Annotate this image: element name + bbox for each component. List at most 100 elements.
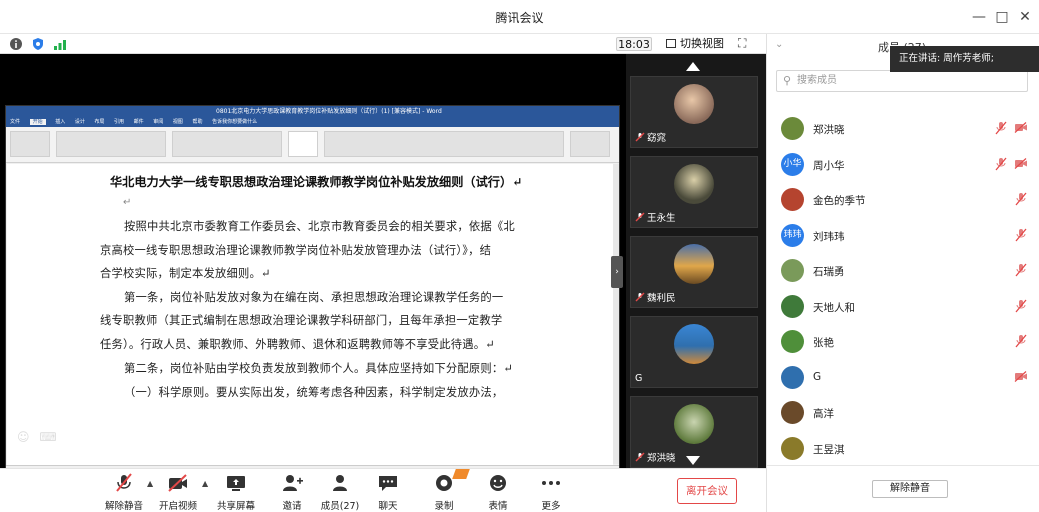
- share-screen-button[interactable]: 共享屏幕: [216, 473, 256, 512]
- member-row[interactable]: 小华 周小华: [767, 147, 1039, 182]
- word-ribbon: [6, 127, 619, 163]
- chat-icon: [379, 476, 397, 491]
- video-area: 18:03 切换视图 ⛶ 0801北京电力大学思政课教育教学岗位补贴发放细则（试…: [0, 34, 766, 476]
- camera-off-icon[interactable]: [1014, 157, 1028, 169]
- mute-options-icon[interactable]: ▲: [147, 479, 153, 488]
- avatar: [674, 244, 714, 284]
- scroll-down-icon[interactable]: [686, 456, 700, 465]
- member-name: 张艳: [813, 337, 834, 349]
- document-line: （一）科学原则。要从实际出发，统筹考虑各种因素，科学制定发放办法，: [124, 386, 504, 399]
- member-name: 刘玮玮: [813, 230, 845, 243]
- word-menu-item: 审阅: [153, 119, 164, 125]
- collapse-panel-icon[interactable]: ⌄: [775, 39, 783, 50]
- mute-label: 解除静音: [104, 501, 143, 512]
- video-tile[interactable]: 魏利民: [630, 236, 758, 308]
- style-normal: [288, 131, 318, 157]
- member-name: G: [813, 370, 822, 383]
- video-label: 开启视频: [158, 501, 197, 512]
- reaction-button[interactable]: 表情: [478, 473, 518, 512]
- keyboard-icon[interactable]: ⌨: [39, 430, 56, 444]
- chat-button[interactable]: 聊天: [368, 473, 408, 512]
- document-page: 华北电力大学一线专职思想政治理论课教师教学岗位补贴发放细则（试行）↵ ↵ 按照中…: [7, 164, 613, 474]
- unmute-all-button[interactable]: 解除静音: [872, 480, 948, 498]
- switch-view-button[interactable]: 切换视图: [666, 37, 724, 51]
- document-title: 华北电力大学一线专职思想政治理论课教师教学岗位补贴发放细则（试行）↵: [110, 175, 523, 189]
- fullscreen-icon[interactable]: ⛶: [738, 36, 754, 52]
- collapse-tiles-icon[interactable]: ›: [611, 256, 623, 288]
- record-button[interactable]: 录制: [424, 469, 470, 512]
- maximize-icon[interactable]: □: [991, 6, 1013, 28]
- video-options-icon[interactable]: ▲: [202, 479, 208, 488]
- avatar: [674, 324, 714, 364]
- meeting-toolbar: 解除静音 ▲ 开启视频 ▲ 共享屏幕 邀请 成员(27) 聊天 录制 表情 更多…: [0, 468, 766, 512]
- mic-muted-icon[interactable]: [995, 121, 1007, 135]
- member-row[interactable]: 郑洪晓: [767, 111, 1039, 146]
- member-row[interactable]: 张艳: [767, 324, 1039, 359]
- avatar: [674, 164, 714, 204]
- video-tile[interactable]: 王永生: [630, 156, 758, 228]
- mic-muted-icon[interactable]: [1015, 228, 1027, 242]
- member-row[interactable]: 金色的季节: [767, 182, 1039, 217]
- members-icon: [333, 475, 347, 491]
- leave-meeting-button[interactable]: 离开会议: [677, 478, 737, 504]
- mic-muted-icon: [116, 473, 132, 492]
- invite-button[interactable]: 邀请: [272, 473, 312, 512]
- document-line: 按照中共北京市委教育工作委员会、北京市教育委员会的相关要求，依据《北: [124, 220, 515, 233]
- members-label: 成员(27): [320, 501, 360, 512]
- annotate-icon[interactable]: ☺: [17, 430, 30, 444]
- member-row[interactable]: 石瑞勇: [767, 253, 1039, 288]
- switch-view-label: 切换视图: [680, 37, 724, 50]
- tile-name: 王永生: [635, 210, 676, 224]
- styles-gallery: [324, 131, 564, 157]
- close-icon[interactable]: ✕: [1014, 6, 1036, 28]
- avatar: [781, 436, 804, 460]
- word-menu-item: 插入: [55, 119, 66, 125]
- mic-muted-icon: [635, 212, 645, 222]
- mute-button[interactable]: 解除静音: [104, 473, 144, 512]
- mic-muted-icon[interactable]: [1015, 334, 1027, 348]
- member-name: 石瑞勇: [813, 266, 845, 278]
- document-line: 京高校一线专职思想政治理论课教师教学岗位补贴发放管理办法（试行）》，结: [100, 244, 492, 257]
- mic-muted-icon[interactable]: [1015, 299, 1027, 313]
- signal-icon[interactable]: [53, 37, 67, 51]
- video-button[interactable]: 开启视频: [158, 473, 198, 512]
- mic-muted-icon: [635, 452, 645, 462]
- search-members-input[interactable]: ⚲ 搜索成员: [776, 70, 1028, 92]
- shared-screen-tools: ☺ ⌨: [17, 430, 57, 444]
- security-shield-icon[interactable]: [31, 37, 45, 51]
- member-row[interactable]: 玮玮 刘玮玮: [767, 218, 1039, 253]
- camera-off-icon[interactable]: [1014, 370, 1028, 382]
- member-name: 王昱淇: [813, 443, 845, 456]
- document-line: 任务）。行政人员、兼职教师、外聘教师、退休和返聘教师等不享受此待遇。↵: [100, 338, 495, 351]
- scroll-up-icon[interactable]: [686, 62, 700, 71]
- mic-muted-icon[interactable]: [995, 157, 1007, 171]
- avatar: [781, 330, 804, 353]
- more-icon: [542, 481, 560, 485]
- members-button[interactable]: 成员(27): [319, 473, 361, 512]
- document-line: 合学校实际，制定本发放细则。↵: [100, 267, 271, 280]
- document-scrollbar[interactable]: [613, 164, 619, 464]
- member-row[interactable]: G: [767, 360, 1039, 395]
- mic-muted-icon[interactable]: [1015, 263, 1027, 277]
- avatar: [781, 401, 804, 424]
- word-window-title: 0801北京电力大学思政课教育教学岗位补贴发放细则（试行）(1) [兼容模式] …: [216, 108, 442, 115]
- info-icon[interactable]: [9, 37, 23, 51]
- editing-group: [570, 131, 610, 157]
- word-title-bar: 0801北京电力大学思政课教育教学岗位补贴发放细则（试行）(1) [兼容模式] …: [6, 106, 619, 118]
- member-row[interactable]: 王昱淇: [767, 431, 1039, 466]
- video-tile[interactable]: G: [630, 316, 758, 388]
- member-row[interactable]: 高洋: [767, 395, 1039, 430]
- camera-off-icon[interactable]: [1014, 122, 1028, 133]
- minimize-icon[interactable]: —: [968, 6, 990, 28]
- member-row[interactable]: 天地人和: [767, 289, 1039, 324]
- mic-muted-icon: [635, 292, 645, 302]
- word-menu-item: 开始: [29, 119, 46, 125]
- word-menu-bar: 文件 开始 插入 设计 布局 引用 邮件 审阅 视图 帮助 告诉我你想要做什么: [6, 118, 619, 127]
- mic-muted-icon[interactable]: [1015, 192, 1027, 206]
- video-tile[interactable]: 窈窕: [630, 76, 758, 148]
- video-tiles-column: 窈窕 王永生 魏利民 G 郑洪晓: [626, 54, 766, 468]
- avatar: [781, 259, 804, 282]
- avatar: [674, 404, 714, 444]
- more-button[interactable]: 更多: [531, 473, 571, 512]
- members-panel: ⌄ 成员 (27) ⚲ 搜索成员 郑洪晓小华周小华金色的季节玮玮刘玮玮石瑞勇天地…: [766, 34, 1039, 512]
